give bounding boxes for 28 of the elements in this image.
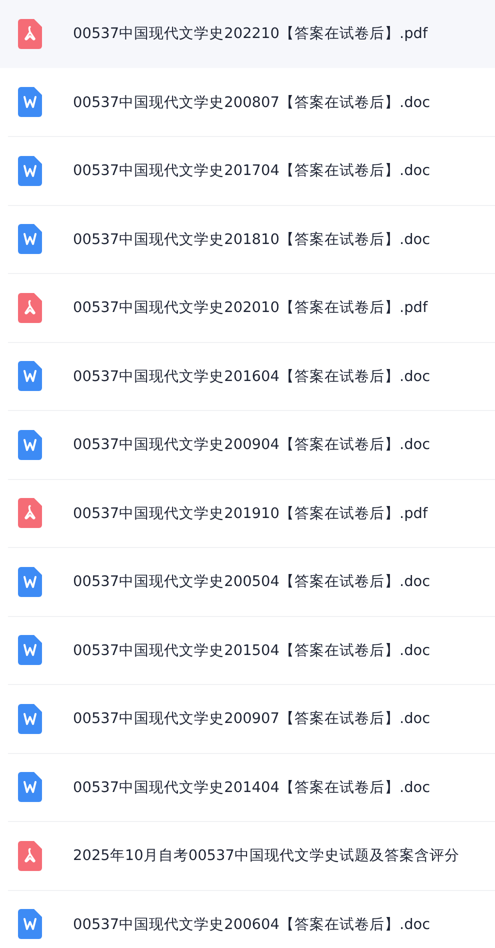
pdf-file-icon (18, 840, 42, 871)
word-file-icon (18, 772, 42, 802)
word-file-icon (18, 566, 42, 597)
word-file-icon (18, 909, 42, 940)
word-file-icon (18, 224, 42, 254)
file-list-item[interactable]: 00537中国现代文学史201704【答案在试卷后】.doc (8, 137, 495, 206)
file-list-item[interactable]: 00537中国现代文学史202010【答案在试卷后】.pdf (8, 274, 495, 342)
file-list-item[interactable]: 00537中国现代文学史202210【答案在试卷后】.pdf (0, 0, 495, 68)
file-list-item[interactable]: 00537中国现代文学史201604【答案在试卷后】.doc (8, 342, 495, 411)
file-list-item[interactable]: 00537中国现代文学史200907【答案在试卷后】.doc (8, 685, 495, 754)
file-list-item[interactable]: 00537中国现代文学史200904【答案在试卷后】.doc (8, 411, 495, 480)
word-file-icon (18, 430, 42, 460)
word-file-icon (18, 87, 42, 118)
word-file-icon (18, 361, 42, 392)
file-list-item[interactable]: 00537中国现代文学史200807【答案在试卷后】.doc (8, 68, 495, 137)
file-list-item[interactable]: 00537中国现代文学史200504【答案在试卷后】.doc (8, 548, 495, 616)
word-file-icon (18, 156, 42, 186)
word-file-icon (18, 704, 42, 734)
word-file-icon (18, 635, 42, 666)
file-list-item[interactable]: 00537中国现代文学史201504【答案在试卷后】.doc (8, 616, 495, 685)
pdf-file-icon (18, 18, 42, 49)
file-list-item[interactable]: 2025年10月自考00537中国现代文学史试题及答案含评分 (8, 822, 495, 890)
file-list-item[interactable]: 00537中国现代文学史201404【答案在试卷后】.doc (8, 754, 495, 822)
pdf-file-icon (18, 292, 42, 323)
file-list-item[interactable]: 00537中国现代文学史200604【答案在试卷后】.doc (8, 890, 495, 948)
pdf-file-icon (18, 498, 42, 528)
file-list-item[interactable]: 00537中国现代文学史201910【答案在试卷后】.pdf (8, 480, 495, 548)
file-list-item[interactable]: 00537中国现代文学史201810【答案在试卷后】.doc (8, 206, 495, 274)
